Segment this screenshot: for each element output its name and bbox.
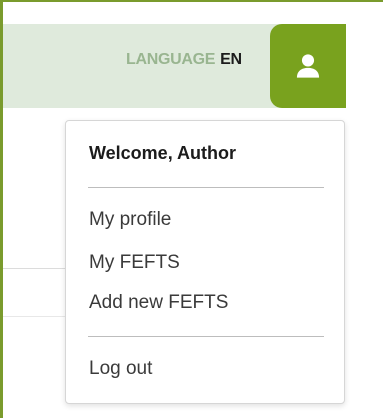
background-divider bbox=[3, 268, 65, 269]
language-code[interactable]: EN bbox=[220, 51, 242, 69]
language-switcher[interactable]: LANGUAGE EN bbox=[126, 51, 242, 69]
language-label: LANGUAGE bbox=[126, 51, 216, 68]
menu-item-my-profile[interactable]: My profile bbox=[89, 209, 171, 231]
user-dropdown-menu: Welcome, Author My profile My FEFTS Add … bbox=[65, 120, 345, 404]
page-frame: LANGUAGE EN Welcome, Author My profile M… bbox=[0, 0, 383, 418]
user-icon bbox=[296, 54, 320, 78]
menu-divider bbox=[88, 336, 324, 337]
menu-item-log-out[interactable]: Log out bbox=[89, 358, 152, 380]
menu-item-add-new-fefts[interactable]: Add new FEFTS bbox=[89, 292, 228, 314]
menu-item-my-fefts[interactable]: My FEFTS bbox=[89, 252, 180, 274]
welcome-heading: Welcome, Author bbox=[89, 143, 237, 163]
user-menu-button[interactable] bbox=[270, 24, 346, 108]
background-divider bbox=[3, 316, 65, 317]
menu-divider bbox=[88, 187, 324, 188]
